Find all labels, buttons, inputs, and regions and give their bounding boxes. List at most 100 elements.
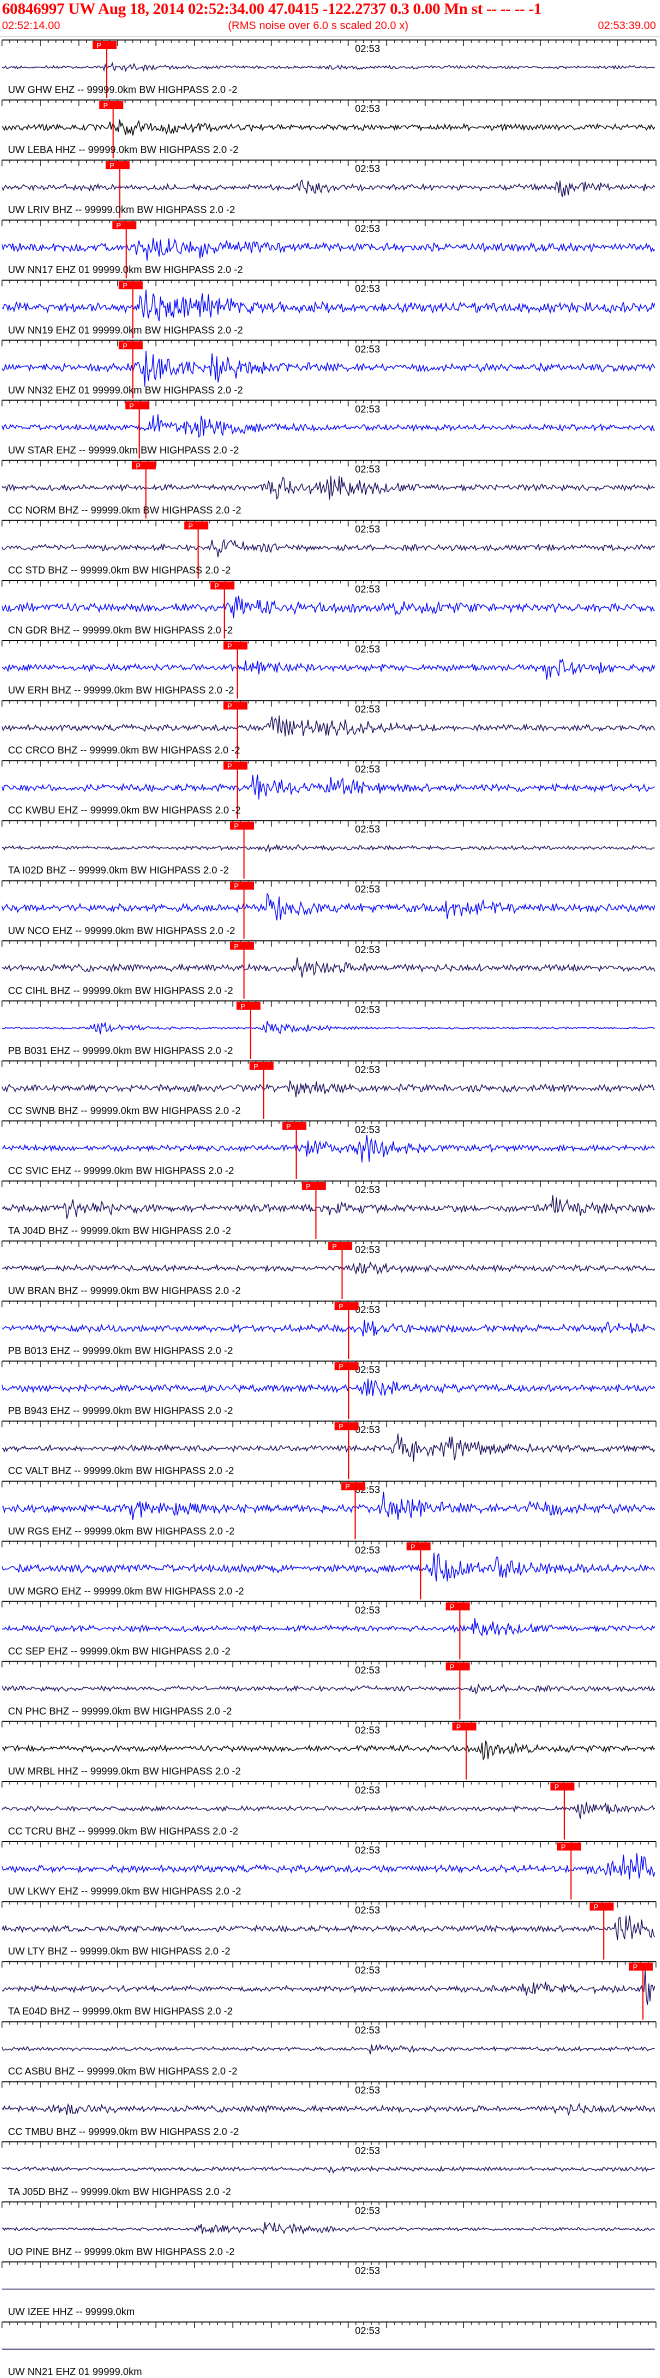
- pick-label: P: [227, 704, 232, 711]
- waveform-trace: [1, 119, 656, 136]
- trace-label: UW NN19 EHZ 01 99999.0km BW HIGHPASS 2.0…: [8, 325, 243, 336]
- pick-label: P: [456, 1724, 461, 1731]
- waveform-trace: [1, 1195, 656, 1219]
- waveform-trace: [1, 289, 656, 322]
- waveform-trace: [1, 892, 656, 921]
- trace-label: UW LKWY EHZ -- 99999.0km BW HIGHPASS 2.0…: [8, 1887, 241, 1898]
- minute-mark-label: 02:53: [355, 945, 380, 956]
- trace-label: CC CRCO BHZ -- 99999.0km BW HIGHPASS 2.0…: [8, 746, 241, 757]
- waveform-trace: [1, 1433, 656, 1462]
- minute-mark-label: 02:53: [355, 1245, 380, 1256]
- trace-label: UW MGRO EHZ -- 99999.0km BW HIGHPASS 2.0…: [8, 1586, 244, 1597]
- trace-label: CC TCRU BHZ -- 99999.0km BW HIGHPASS 2.0…: [8, 1827, 239, 1838]
- waveform-trace: [1, 1020, 655, 1035]
- minute-mark-label: 02:53: [355, 765, 380, 776]
- pick-label: P: [103, 103, 108, 110]
- waveform-trace: [1, 538, 656, 558]
- trace-row: 02:53 P CC KWBU EHZ -- 99999.0km BW HIGHPA…: [1, 760, 657, 819]
- trace-row: 02:53 P CC SWNB BHZ -- 99999.0km BW HIGHPA…: [1, 1060, 657, 1119]
- waveform-trace: [1, 658, 656, 680]
- trace-row: 02:53 P CC CRCO BHZ -- 99999.0km BW HIGHPA…: [1, 700, 657, 759]
- waveform-trace: [1, 843, 655, 853]
- trace-row: 02:53 P CC NORM BHZ -- 99999.0km BW HIGHPA…: [1, 459, 657, 519]
- waveform-trace: [1, 1319, 656, 1337]
- waveform-trace: [1, 61, 655, 73]
- minute-mark-label: 02:53: [355, 464, 380, 475]
- pick-label: P: [234, 884, 239, 891]
- minute-mark-label: 02:53: [355, 1545, 380, 1556]
- waveform-trace: [1, 957, 656, 978]
- minute-mark-label: 02:53: [355, 1665, 380, 1676]
- trace-row: 02:53 P PB B943 EHZ -- 99999.0km BW HIGHPA…: [1, 1360, 657, 1420]
- minute-mark-label: 02:53: [355, 1846, 380, 1857]
- trace-label: TA I02D BHZ -- 99999.0km BW HIGHPASS 2.0…: [8, 866, 229, 877]
- trace-label: CN GDR BHZ -- 99999.0km BW HIGHPASS 2.0 …: [8, 626, 233, 637]
- trace-label: UO PINE BHZ -- 99999.0km BW HIGHPASS 2.0…: [8, 2247, 235, 2258]
- pick-label: P: [227, 764, 232, 771]
- trace-row: 02:53 P CC VALT BHZ -- 99999.0km BW HIGHPA…: [1, 1420, 657, 1480]
- waveform-trace: [1, 1915, 656, 1941]
- waveform-trace: [1, 1683, 656, 1695]
- waveform-trace: [1, 1552, 656, 1582]
- minute-mark-label: 02:53: [355, 1425, 380, 1436]
- trace-label: CC SVIC EHZ -- 99999.0km BW HIGHPASS 2.0…: [8, 1166, 234, 1177]
- trace-label: UW GHW EHZ -- 99999.0km BW HIGHPASS 2.0 …: [8, 85, 238, 96]
- minute-mark-label: 02:53: [355, 224, 380, 235]
- waveform-trace: [1, 1080, 655, 1098]
- minute-mark-label: 02:53: [355, 1185, 380, 1196]
- event-header: 60846997 UW Aug 18, 2014 02:52:34.00 47.…: [0, 0, 660, 37]
- pick-label: P: [227, 644, 232, 651]
- trace-row: 02:53 P TA E04D BHZ -- 99999.0km BW HIGHPA…: [1, 1961, 657, 2020]
- pick-label: P: [339, 1364, 344, 1371]
- minute-mark-label: 02:53: [355, 2146, 380, 2157]
- minute-mark-label: 02:53: [355, 2326, 380, 2337]
- minute-mark-label: 02:53: [355, 2206, 380, 2217]
- trace-label: UW LTY BHZ -- 99999.0km BW HIGHPASS 2.0 …: [8, 1947, 231, 1958]
- trace-label: TA E04D BHZ -- 99999.0km BW HIGHPASS 2.0…: [8, 2007, 233, 2018]
- trace-label: CC CIHL BHZ -- 99999.0km BW HIGHPASS 2.0…: [8, 986, 233, 997]
- minute-mark-label: 02:53: [355, 344, 380, 355]
- pick-label: P: [450, 1604, 455, 1611]
- waveform-trace: [1, 1618, 656, 1637]
- trace-label: UW MRBL HHZ -- 99999.0km BW HIGHPASS 2.0…: [8, 1766, 241, 1777]
- end-time: 02:53:39.00: [597, 20, 656, 32]
- minute-mark-label: 02:53: [355, 2266, 380, 2277]
- trace-row: 02:53 P UW LRIV BHZ -- 99999.0km BW HIGHPA…: [1, 159, 657, 219]
- trace-row: 02:53 P UW MRBL HHZ -- 99999.0km BW HIGHPA…: [1, 1720, 657, 1780]
- trace-label: UW STAR EHZ -- 99999.0km BW HIGHPASS 2.0…: [8, 445, 239, 456]
- trace-row: 02:53 CC TMBU BHZ -- 99999.0km BW HIGHPAS…: [1, 2081, 657, 2138]
- rms-noise-note: (RMS noise over 6.0 s scaled 20.0 x): [228, 20, 409, 32]
- trace-row: 02:53 P CC CIHL BHZ -- 99999.0km BW HIGHPA…: [1, 940, 657, 999]
- minute-mark-label: 02:53: [355, 885, 380, 896]
- start-time: 02:52:14.00: [2, 20, 61, 32]
- trace-row: 02:53 P UW NN17 EHZ 01 99999.0km BW HIGHPA…: [1, 219, 657, 279]
- waveform-trace: [1, 475, 655, 501]
- pick-label: P: [123, 343, 128, 350]
- trace-label: UW NN21 EHZ 01 99999.0km: [8, 2367, 142, 2378]
- minute-mark-label: 02:53: [355, 404, 380, 415]
- minute-mark-label: 02:53: [355, 705, 380, 716]
- trace-row: 02:53 P UW NN32 EHZ 01 99999.0km BW HIGHPA…: [1, 339, 657, 399]
- minute-mark-label: 02:53: [355, 524, 380, 535]
- pick-label: P: [450, 1664, 455, 1671]
- trace-label: CC TMBU BHZ -- 99999.0km BW HIGHPASS 2.0…: [8, 2127, 239, 2138]
- trace-row: 02:53 P CN PHC BHZ -- 99999.0km BW HIGHPAS…: [1, 1660, 657, 1720]
- minute-mark-label: 02:53: [355, 825, 380, 836]
- trace-row: 02:53 P CN GDR BHZ -- 99999.0km BW HIGHPAS…: [1, 579, 657, 639]
- minute-mark-label: 02:53: [355, 284, 380, 295]
- pick-label: P: [594, 1905, 599, 1912]
- trace-row: 02:53 P TA J04D BHZ -- 99999.0km BW HIGHPA…: [1, 1180, 657, 1240]
- waveform-trace: [1, 237, 656, 261]
- trace-label: CC SWNB BHZ -- 99999.0km BW HIGHPASS 2.0…: [8, 1106, 241, 1117]
- minute-mark-label: 02:53: [355, 1966, 380, 1977]
- trace-row: 02:53 P CC SEP EHZ -- 99999.0km BW HIGHPAS…: [1, 1600, 657, 1660]
- pick-label: P: [332, 1244, 337, 1251]
- trace-label: PB B943 EHZ -- 99999.0km BW HIGHPASS 2.0…: [8, 1406, 233, 1417]
- trace-label: PB B013 EHZ -- 99999.0km BW HIGHPASS 2.0…: [8, 1346, 233, 1357]
- pick-label: P: [116, 223, 121, 230]
- pick-label: P: [411, 1544, 416, 1551]
- trace-row: 02:53 P UW NCO EHZ -- 99999.0km BW HIGHPAS…: [1, 880, 657, 939]
- minute-mark-label: 02:53: [355, 2086, 380, 2097]
- pick-label: P: [339, 1424, 344, 1431]
- trace-label: UW RGS EHZ -- 99999.0km BW HIGHPASS 2.0 …: [8, 1526, 235, 1537]
